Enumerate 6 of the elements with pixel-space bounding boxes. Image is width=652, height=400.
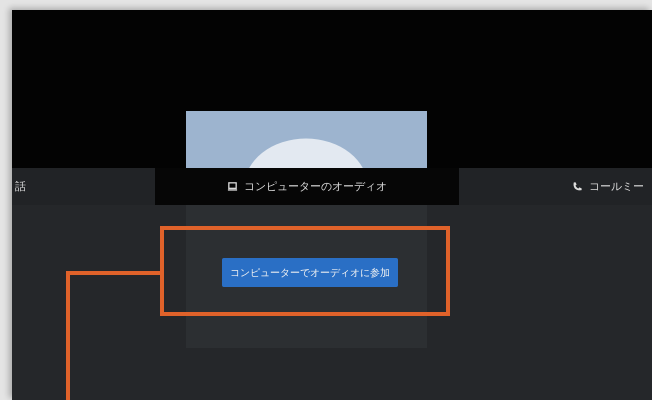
phone-icon (572, 181, 583, 192)
join-audio-button[interactable]: コンピューターでオーディオに参加 (222, 258, 398, 287)
audio-tab[interactable]: コンピューターのオーディオ (155, 168, 459, 205)
audio-tab[interactable]: コールミー (459, 168, 652, 205)
audio-tab[interactable]: 話 (12, 168, 155, 205)
laptop-icon (227, 181, 238, 192)
